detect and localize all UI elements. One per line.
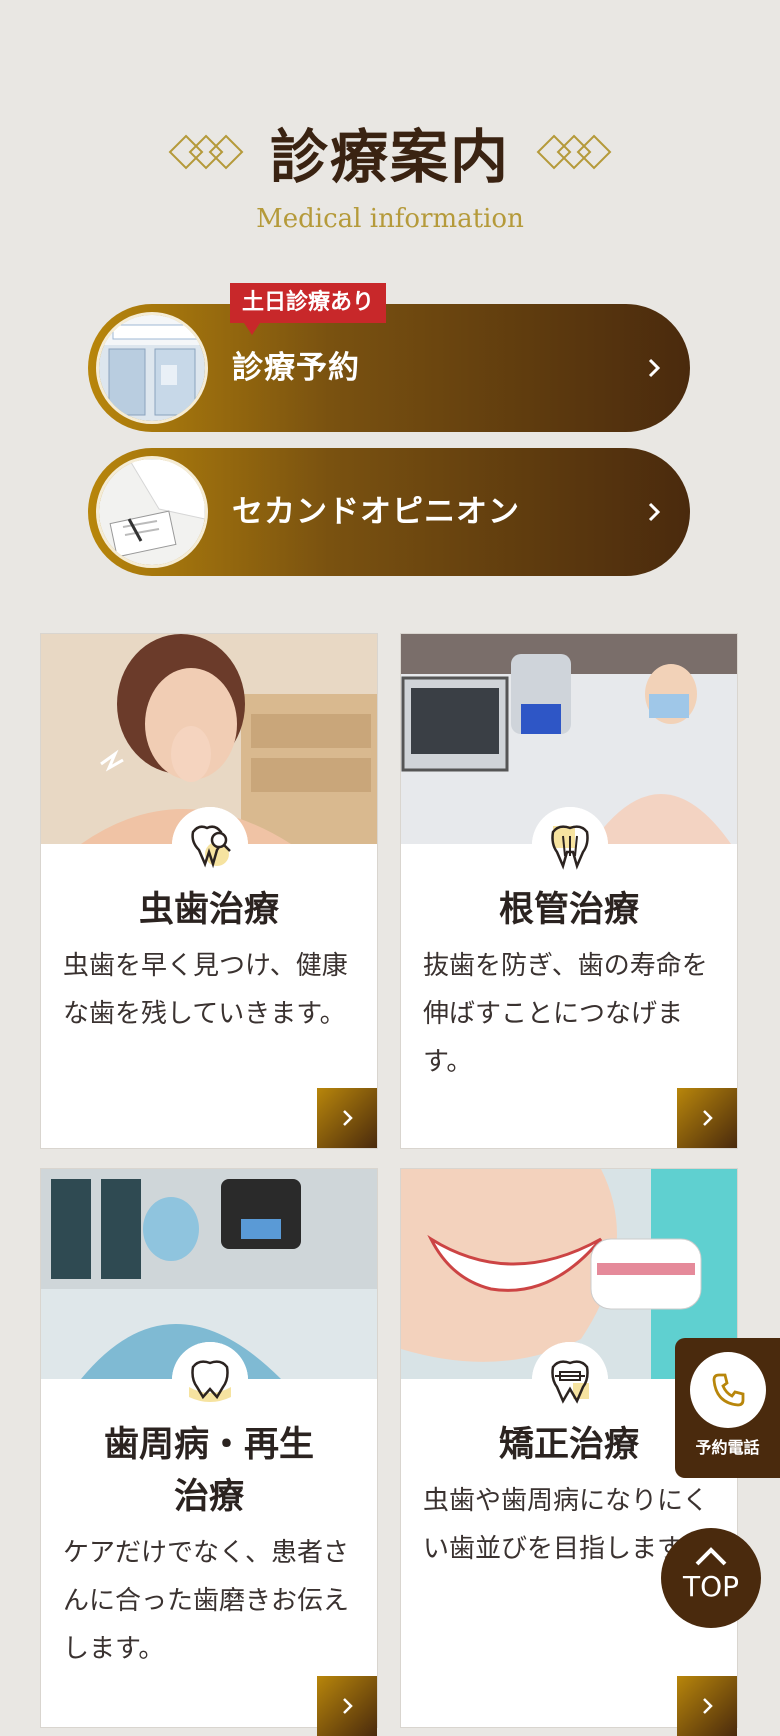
card-arrow-button[interactable] — [677, 1088, 737, 1148]
second-opinion-label: セカンドオピニオン — [232, 494, 520, 530]
card-root-canal-treatment[interactable]: 根管治療 抜歯を防ぎ、歯の寿命を伸ばすことにつなげます。 — [400, 633, 738, 1149]
card-title: 根管治療 — [498, 890, 639, 930]
top-label: TOP — [682, 1570, 740, 1603]
card-arrow-button[interactable] — [317, 1676, 377, 1736]
card-cavity-treatment[interactable]: 虫歯治療 虫歯を早く見つけ、健康な歯を残していきます。 — [40, 633, 378, 1149]
card-title: 歯周病・再生治療 — [103, 1425, 314, 1517]
tooth-braces-icon — [532, 1342, 608, 1418]
chevron-right-icon — [648, 358, 661, 378]
chevron-right-icon — [648, 502, 661, 522]
phone-label: 予約電話 — [695, 1438, 760, 1457]
card-description: ケアだけでなく、患者さんに合った歯磨きお伝えします。 — [63, 1538, 350, 1664]
chevron-up-icon — [695, 1547, 727, 1566]
card-arrow-button[interactable] — [317, 1088, 377, 1148]
page-subtitle: Medical information — [256, 204, 524, 234]
page-title: 診療案内 — [269, 123, 510, 191]
chevron-right-icon — [343, 1110, 353, 1126]
card-arrow-button[interactable] — [677, 1676, 737, 1736]
clinic-entrance-photo — [96, 312, 208, 424]
diamond-ornament-left-icon — [168, 134, 244, 170]
reservation-button[interactable]: 診療予約 — [88, 304, 690, 432]
reservation-phone-button[interactable]: 予約電話 — [675, 1338, 780, 1478]
doctor-consultation-photo — [96, 456, 208, 568]
weekend-badge: 土日診療あり — [230, 283, 387, 323]
section-heading: 診療案内 Medical information — [0, 110, 780, 234]
diamond-ornament-right-icon — [536, 134, 612, 170]
tooth-root-icon — [532, 807, 608, 883]
card-description: 虫歯を早く見つけ、健康な歯を残していきます。 — [63, 951, 348, 1029]
tooth-gum-icon — [172, 1342, 248, 1418]
card-title: 虫歯治療 — [138, 890, 279, 930]
badge-tail — [244, 323, 260, 335]
tooth-magnifier-icon — [172, 807, 248, 883]
card-description: 抜歯を防ぎ、歯の寿命を伸ばすことにつなげます。 — [423, 951, 708, 1077]
scroll-top-button[interactable]: TOP — [661, 1528, 761, 1628]
second-opinion-button[interactable]: セカンドオピニオン — [88, 448, 690, 576]
chevron-right-icon — [343, 1698, 353, 1714]
chevron-right-icon — [703, 1698, 713, 1714]
phone-icon — [712, 1373, 744, 1407]
chevron-right-icon — [703, 1110, 713, 1126]
phone-circle — [689, 1352, 766, 1428]
card-periodontal-treatment[interactable]: 歯周病・再生治療 ケアだけでなく、患者さんに合った歯磨きお伝えします。 — [40, 1168, 378, 1736]
